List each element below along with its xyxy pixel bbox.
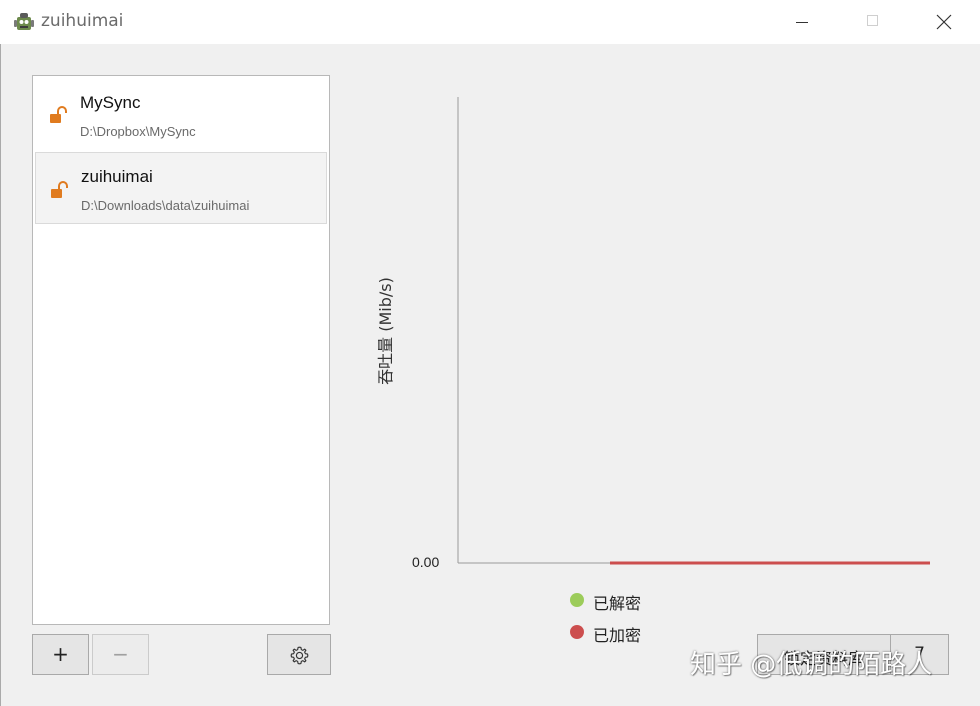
vault-item-mysync[interactable]: MySync D:\Dropbox\MySync xyxy=(35,78,327,150)
legend-marker xyxy=(570,593,584,607)
unlocked-padlock-icon xyxy=(51,181,68,198)
watermark: 知乎 @低调的陌路人 xyxy=(690,650,933,680)
legend-label: 已解密 xyxy=(593,594,642,613)
add-vault-button[interactable]: + xyxy=(32,634,89,675)
vault-list: MySync D:\Dropbox\MySync zuihuimai D:\Do… xyxy=(32,75,330,625)
maximize-icon xyxy=(867,15,878,26)
settings-button[interactable] xyxy=(267,634,331,675)
legend-marker xyxy=(570,625,584,639)
vault-path: D:\Dropbox\MySync xyxy=(80,124,196,139)
add-icon: + xyxy=(52,642,69,666)
y-axis-label: 吞吐量 (Mib/s) xyxy=(376,277,395,385)
remove-icon: − xyxy=(112,642,129,666)
vault-path: D:\Downloads\data\zuihuimai xyxy=(81,198,250,213)
window-title: zuihuimai xyxy=(41,11,124,31)
close-icon xyxy=(936,14,952,30)
window-border xyxy=(0,44,1,706)
unlocked-padlock-icon xyxy=(50,106,67,123)
throughput-chart xyxy=(457,97,930,565)
vault-item-zuihuimai[interactable]: zuihuimai D:\Downloads\data\zuihuimai xyxy=(35,152,327,224)
legend-label: 已加密 xyxy=(593,626,642,645)
vault-name: zuihuimai xyxy=(81,167,153,186)
y-tick-label: 0.00 xyxy=(412,554,440,570)
close-button[interactable] xyxy=(922,0,966,44)
remove-vault-button[interactable]: − xyxy=(92,634,149,675)
robot-app-icon xyxy=(14,13,34,30)
minimize-icon xyxy=(796,22,808,23)
gear-icon xyxy=(290,646,309,665)
vault-name: MySync xyxy=(80,93,141,112)
title-bar: zuihuimai xyxy=(0,0,980,44)
minimize-button[interactable] xyxy=(780,0,824,44)
maximize-button[interactable] xyxy=(852,0,896,44)
